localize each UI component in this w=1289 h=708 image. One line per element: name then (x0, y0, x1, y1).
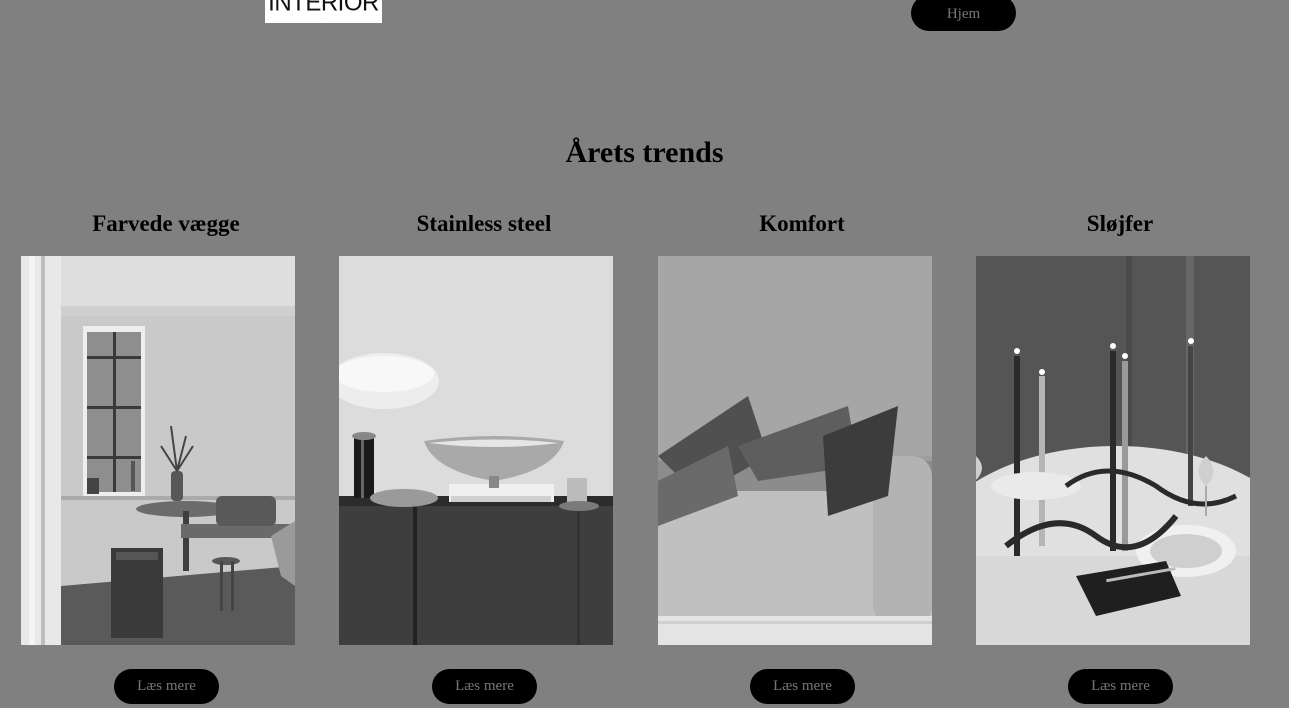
trend-card-colored-walls: Farvede vægge Læs mere (7, 210, 325, 704)
card-title: Farvede vægge (92, 211, 240, 236)
read-more-button[interactable]: Læs mere (114, 669, 219, 704)
trend-card-stainless-steel: Stainless steel Læs mere (325, 210, 643, 704)
trend-card-ribbons: Sløjfer Læs mere (961, 210, 1279, 704)
logo-text: INTERIOR (268, 0, 379, 17)
card-image-room (21, 256, 295, 645)
read-more-button[interactable]: Læs mere (750, 669, 855, 704)
card-image-table (976, 256, 1250, 645)
home-nav-button[interactable]: Hjem (911, 0, 1016, 31)
page: INTERIOR · · · · Hjem Årets trends Farve… (0, 0, 1289, 708)
section-title: Årets trends (565, 136, 724, 169)
card-image-sofa (658, 256, 932, 645)
card-image-steel (339, 256, 613, 645)
card-title: Komfort (759, 211, 845, 236)
site-logo[interactable]: INTERIOR · · · · (265, 0, 382, 23)
read-more-button[interactable]: Læs mere (1068, 669, 1173, 704)
card-title: Stainless steel (416, 211, 552, 236)
trend-card-comfort: Komfort Læs mere (643, 210, 961, 704)
card-title: Sløjfer (1086, 211, 1154, 236)
read-more-button[interactable]: Læs mere (432, 669, 537, 704)
